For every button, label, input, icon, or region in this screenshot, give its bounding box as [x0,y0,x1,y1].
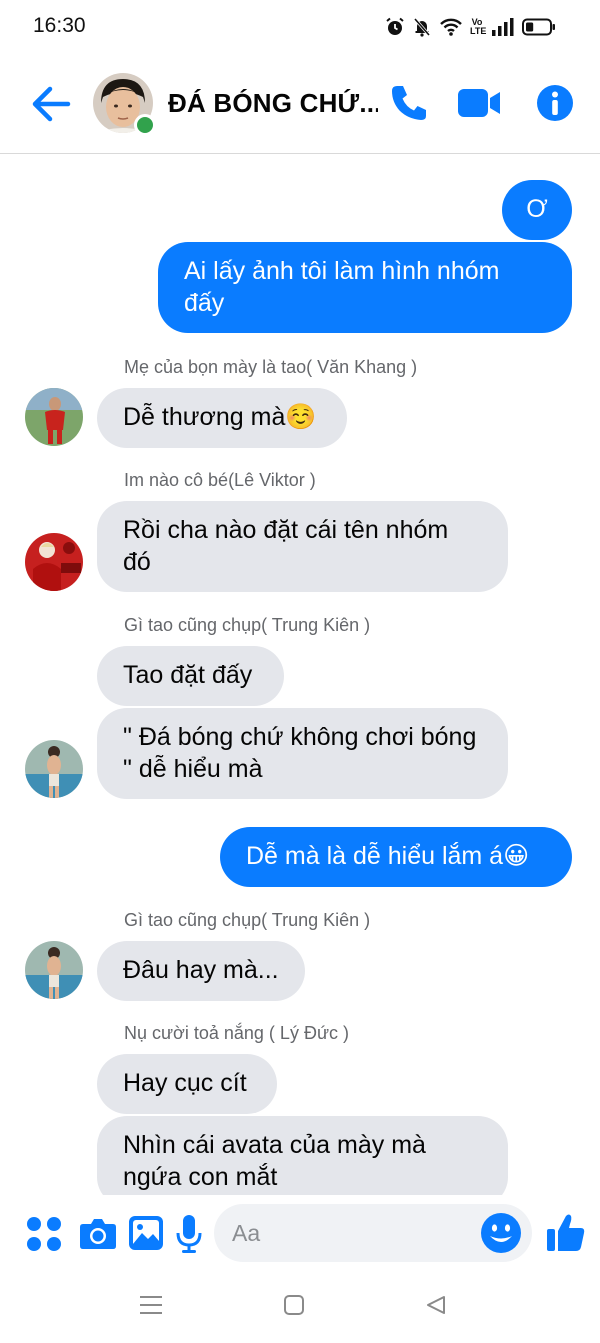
thumbs-up-icon[interactable] [546,1212,586,1257]
message-bubble[interactable]: Tao đặt đấy [97,646,284,706]
volte-icon: Vo LTE [470,17,487,36]
video-camera-icon[interactable] [456,87,502,124]
avatar[interactable] [25,740,83,798]
emoji-icon[interactable] [480,1212,522,1254]
group-avatar[interactable] [93,73,156,136]
back-arrow-icon [32,86,71,122]
chat-header: ĐÁ BÓNG CHỨ... [0,54,600,154]
wifi-icon [439,17,463,37]
sender-name: Nụ cười toả nắng ( Lý Đức ) [124,1023,349,1043]
status-bar: 16:30 Vo LTE [0,0,600,54]
camera-icon[interactable] [79,1216,117,1255]
back-triangle-icon[interactable] [425,1294,447,1321]
message-bubble[interactable]: Nhìn cái avata của mày mà ngứa con mắt [97,1116,508,1195]
message-bubble[interactable]: Dễ thương mà☺️ [97,388,347,448]
microphone-icon[interactable] [176,1214,202,1259]
sender-name: Gì tao cũng chụp( Trung Kiên ) [124,910,371,930]
avatar[interactable] [25,941,83,999]
message-bubble[interactable]: Hay cục cít [97,1054,277,1114]
mute-bell-icon [412,17,432,37]
home-icon[interactable] [283,1294,305,1321]
grid-dots-icon[interactable] [26,1216,62,1257]
online-status-dot [134,114,156,136]
info-icon[interactable] [536,84,574,127]
message-bubble[interactable]: Dễ mà là dễ hiểu lắm á😀 [220,827,572,887]
system-nav-bar [0,1270,600,1343]
message-bubble[interactable]: Đâu hay mà... [97,941,305,1001]
phone-icon[interactable] [388,82,430,129]
message-input-box[interactable] [214,1204,532,1262]
status-time: 16:30 [33,14,86,37]
image-icon[interactable] [128,1215,164,1256]
signal-icon [491,18,515,36]
message-input[interactable] [232,1204,472,1262]
battery-icon [522,18,556,36]
message-bubble[interactable]: Ơ [502,180,572,240]
message-thread[interactable]: Ơ Ai lấy ảnh tôi làm hình nhóm đấy Mẹ củ… [0,155,600,1195]
sender-name: Im nào cô bé(Lê Viktor ) [124,470,316,490]
message-bubble[interactable]: Ai lấy ảnh tôi làm hình nhóm đấy [158,242,572,333]
avatar[interactable] [25,533,83,591]
alarm-icon [385,17,405,37]
chat-title[interactable]: ĐÁ BÓNG CHỨ... [168,88,378,119]
sender-name: Mẹ của bọn mày là tao( Văn Khang ) [124,357,418,377]
message-bubble[interactable]: Rồi cha nào đặt cái tên nhóm đó [97,501,508,592]
recent-apps-icon[interactable] [139,1294,163,1321]
message-bubble[interactable]: " Đá bóng chứ không chơi bóng " dễ hiểu … [97,708,508,799]
sender-name: Gì tao cũng chụp( Trung Kiên ) [124,615,371,635]
avatar[interactable] [25,388,83,446]
back-button[interactable] [30,84,72,124]
message-composer [0,1196,600,1270]
